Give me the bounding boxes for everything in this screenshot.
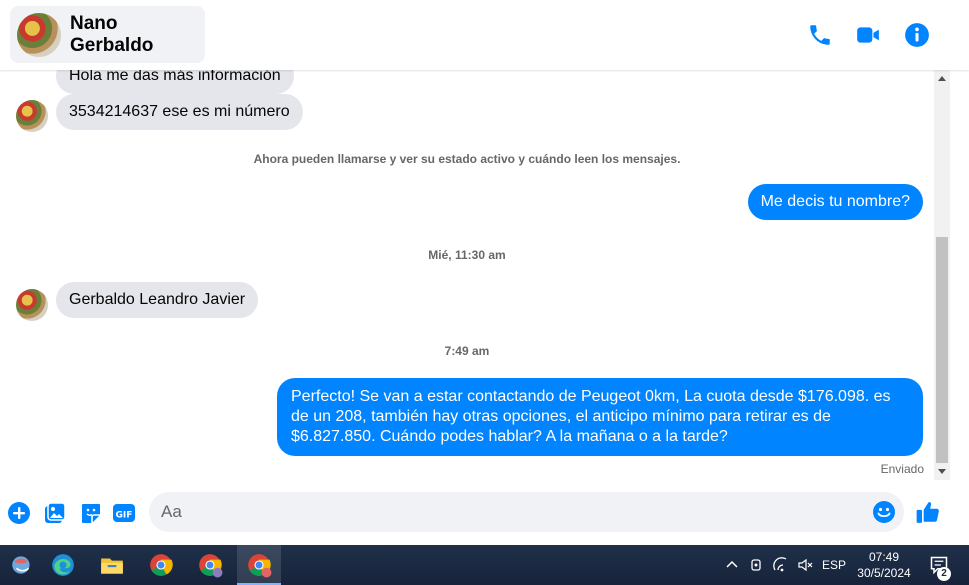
message-input-container[interactable] [149,492,904,532]
message-composer: GIF [0,484,969,544]
message-input[interactable] [161,492,861,532]
sender-avatar [16,100,48,132]
incoming-message[interactable]: 3534214637 ese es mi número [56,94,303,130]
system-notice: Ahora pueden llamarse y ver su estado ac… [253,152,681,166]
scrollbar-thumb[interactable] [936,237,948,463]
message-line: de un 208, también hay otras opciones, e… [291,408,831,425]
start-menu-icon[interactable] [0,545,44,585]
message-list[interactable]: Hola me das más información 3534214637 e… [0,70,934,480]
notification-center-icon[interactable]: 2 [925,545,953,585]
meet-now-icon[interactable] [746,545,766,585]
outgoing-message[interactable]: Me decis tu nombre? [747,184,923,220]
image-icon[interactable] [43,501,67,525]
windows-taskbar: ESP 07:49 30/5/2024 2 [0,545,969,585]
scroll-down-arrow[interactable] [938,469,946,474]
show-hidden-icons-chevron-icon[interactable] [722,545,742,585]
edge-browser-icon[interactable] [41,545,85,585]
message-line: $6.827.850. Cuándo podes hablar? A la ma… [291,428,728,445]
video-camera-icon[interactable] [855,22,881,48]
sender-avatar [16,289,48,321]
notification-count-badge: 2 [937,567,951,581]
timestamp: 7:49 am [444,344,490,358]
contact-profile-button[interactable]: Nano Gerbaldo [10,6,205,63]
chrome-browser-icon[interactable] [139,545,183,585]
system-clock[interactable]: 07:49 30/5/2024 [850,549,918,581]
contact-name: Nano Gerbaldo [70,12,154,56]
incoming-message[interactable]: Gerbaldo Leandro Javier [56,282,259,318]
clock-time: 07:49 [868,550,900,564]
svg-text:GIF: GIF [116,511,133,521]
message-status: Enviado [880,462,924,476]
volume-muted-icon[interactable] [794,545,816,585]
gif-icon[interactable]: GIF [112,501,136,525]
contact-avatar [17,12,61,57]
emoji-icon[interactable] [872,500,896,524]
wifi-icon[interactable] [771,545,791,585]
info-icon[interactable] [904,22,930,48]
sticker-icon[interactable] [79,501,103,525]
chrome-active-window-icon[interactable] [237,545,281,585]
incoming-message[interactable]: Hola me das más información [56,70,294,94]
scroll-up-arrow[interactable] [938,76,946,81]
language-indicator[interactable]: ESP [822,558,846,572]
message-line: Perfecto! Se van a estar contactando de … [291,388,891,405]
chrome-profile-icon[interactable] [188,545,232,585]
timestamp: Mié, 11:30 am [428,248,506,262]
message-scrollbar[interactable] [934,70,950,480]
conversation-header: Nano Gerbaldo [0,0,969,70]
thumbs-up-icon[interactable] [915,498,941,526]
clock-date: 30/5/2024 [857,566,911,580]
plus-circle-icon[interactable] [7,501,31,525]
phone-icon[interactable] [807,22,833,48]
file-explorer-icon[interactable] [90,545,134,585]
outgoing-message[interactable]: Perfecto! Se van a estar contactando de … [277,378,923,456]
